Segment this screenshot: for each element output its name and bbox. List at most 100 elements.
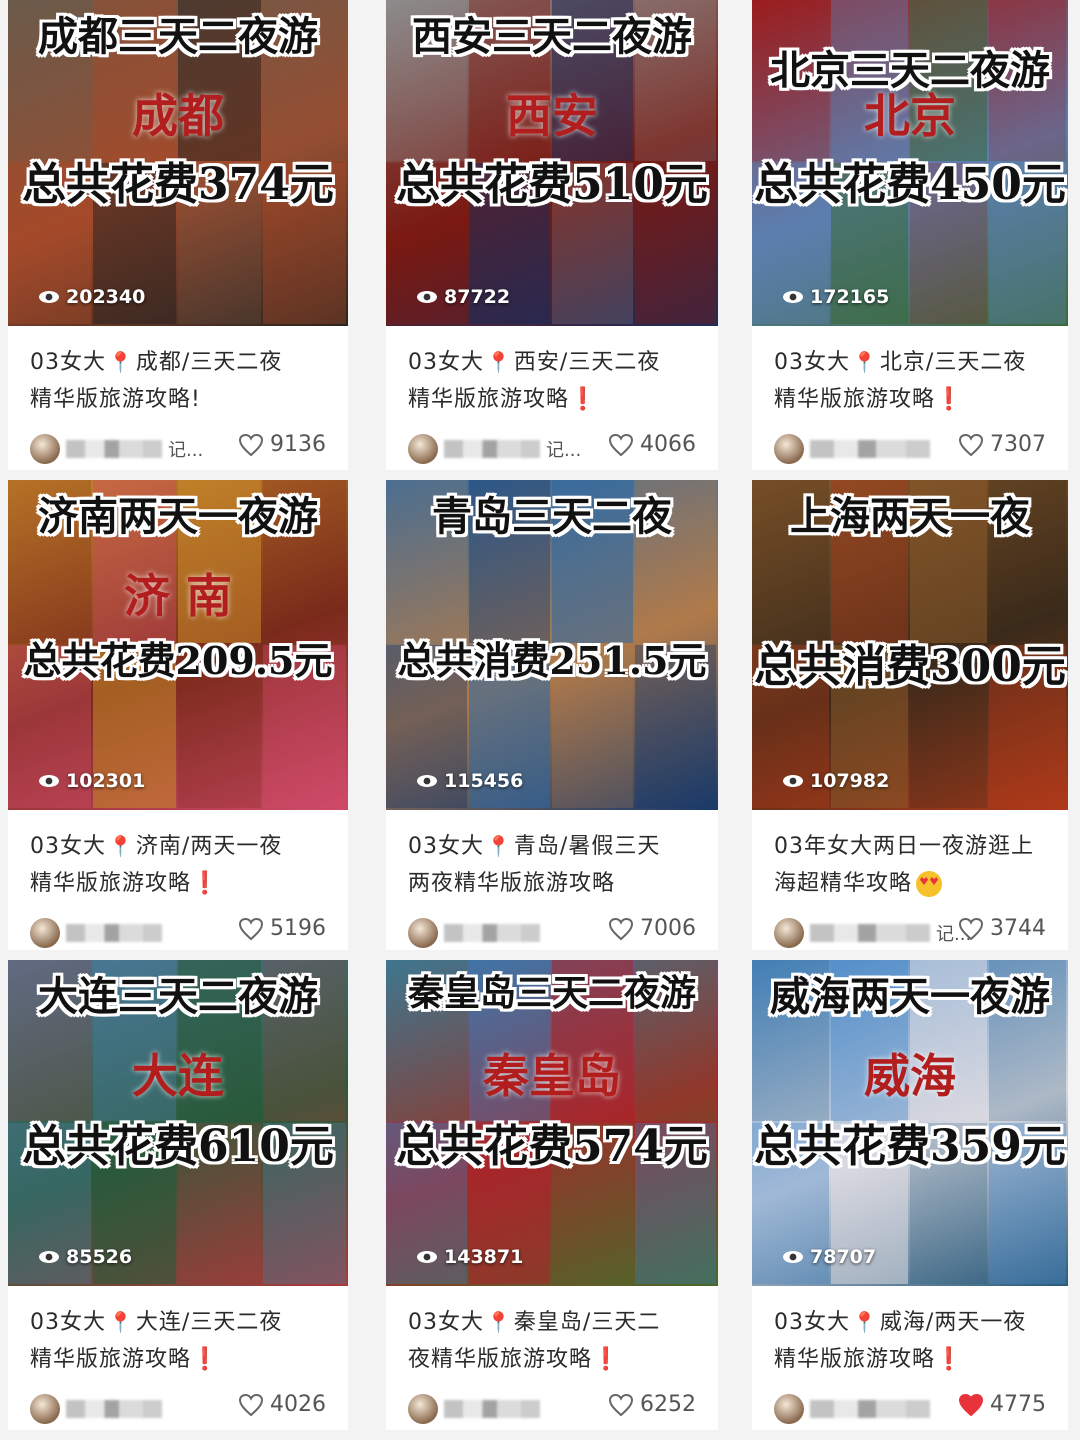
avatar[interactable]	[30, 918, 60, 948]
cover-title: 西安三天二夜游	[412, 13, 692, 60]
note-title[interactable]: 03女大 📍大连/三天二夜 精华版旅游攻略❗	[30, 1304, 334, 1378]
author[interactable]	[408, 1394, 540, 1424]
eye-icon	[783, 775, 803, 787]
note-title[interactable]: 03女大 📍济南/两天一夜 精华版旅游攻略❗	[30, 828, 334, 902]
note-title-text: 精华版旅游攻略	[30, 871, 192, 896]
view-count-value: 115456	[444, 770, 524, 792]
view-count: 202340	[38, 286, 145, 308]
note-card[interactable]: 威海两天一夜游 威海 总共花费359元 78707 03女大 📍威海/两天一夜 精华版旅游攻…	[752, 960, 1068, 1430]
note-title[interactable]: 03女大 📍北京/三天二夜 精华版旅游攻略❗	[774, 344, 1054, 418]
cover-city-name: 成都	[132, 89, 224, 143]
avatar[interactable]	[408, 1394, 438, 1424]
avatar[interactable]	[408, 434, 438, 464]
cover-image[interactable]: 青岛三天二夜 总共消费251.5元 115456	[386, 480, 718, 810]
note-title-line1: 03女大 📍北京/三天二夜	[774, 344, 1054, 381]
avatar[interactable]	[774, 918, 804, 948]
view-count: 102301	[38, 770, 145, 792]
view-count: 78707	[782, 1246, 876, 1268]
note-title[interactable]: 03女大 📍成都/三天二夜 精华版旅游攻略!	[30, 344, 334, 418]
like-button[interactable]: 4066	[608, 432, 696, 457]
cover-city-name: 济 南	[123, 569, 232, 623]
note-title[interactable]: 03年女大两日一夜游逛上 海超精华攻略	[774, 828, 1054, 902]
like-count: 7307	[990, 432, 1046, 457]
author[interactable]	[774, 434, 930, 464]
note-title-line1: 03女大 📍大连/三天二夜	[30, 1304, 334, 1341]
note-card[interactable]: 上海两天一夜 总共消费300元 107982 03年女大两日一夜游逛上 海超精华攻略记.…	[752, 480, 1068, 950]
cover-image[interactable]: 上海两天一夜 总共消费300元 107982	[752, 480, 1068, 810]
author[interactable]	[408, 918, 540, 948]
location-pin-icon: 📍	[852, 1310, 878, 1334]
note-title[interactable]: 03女大 📍西安/三天二夜 精华版旅游攻略❗	[408, 344, 704, 418]
author[interactable]: 记...	[30, 434, 203, 464]
author-name-blurred	[66, 440, 162, 458]
avatar[interactable]	[774, 434, 804, 464]
note-title-location: 北京/三天二夜	[879, 350, 1027, 375]
cover-image[interactable]: 济南两天一夜游济 南总共花费209.5元 102301	[8, 480, 348, 810]
note-title-prefix: 03女大	[30, 1310, 106, 1335]
note-card[interactable]: 西安三天二夜游 西安 总共花费510元 87722 03女大 📍西安/三天二夜 精华版旅游攻…	[386, 0, 718, 470]
author[interactable]: 记...	[408, 434, 581, 464]
note-title-text: 两夜精华版旅游攻略	[408, 871, 616, 896]
eye-icon	[417, 775, 437, 787]
author[interactable]	[774, 1394, 930, 1424]
cover-image[interactable]: 北京三天二夜游 北京 总共花费450元 172165	[752, 0, 1068, 326]
avatar[interactable]	[774, 1394, 804, 1424]
author-name: 记...	[546, 440, 582, 461]
like-button[interactable]: 9136	[238, 432, 326, 457]
note-title-location: 秦皇岛/三天二	[513, 1310, 661, 1335]
heart-icon	[608, 917, 634, 940]
author-name-blurred	[66, 1400, 162, 1418]
cover-city-name: 威海	[864, 1049, 956, 1103]
note-title-prefix: 03女大	[774, 1310, 850, 1335]
author[interactable]: 记...	[774, 918, 971, 948]
like-count: 4066	[640, 432, 696, 457]
note-title[interactable]: 03女大 📍威海/两天一夜 精华版旅游攻略❗	[774, 1304, 1054, 1378]
exclamation-mark: ❗	[569, 387, 598, 412]
author[interactable]	[30, 918, 162, 948]
like-button[interactable]: 4026	[238, 1392, 326, 1417]
like-button[interactable]: 5196	[238, 916, 326, 941]
cover-title: 成都三天二夜游	[38, 13, 318, 60]
note-title-location: 青岛/暑假三天	[513, 834, 661, 859]
like-count: 5196	[270, 916, 326, 941]
like-count: 3744	[990, 916, 1046, 941]
view-count-value: 87722	[444, 286, 511, 308]
cover-image[interactable]: 秦皇岛三天二夜游 秦皇岛 总共花费574元 143871	[386, 960, 718, 1286]
like-button[interactable]: 4775	[958, 1392, 1046, 1417]
note-title-text: 精华版旅游攻略!	[30, 387, 201, 412]
note-title-line2: 精华版旅游攻略❗	[774, 1341, 1054, 1378]
cover-city-name: 大连	[132, 1049, 224, 1103]
note-title[interactable]: 03女大 📍秦皇岛/三天二 夜精华版旅游攻略❗	[408, 1304, 704, 1378]
note-card[interactable]: 成都三天二夜游 成都 总共花费374元 202340 03女大 📍成都/三天二夜 精华版旅游…	[8, 0, 348, 470]
note-card[interactable]: 大连三天二夜游 大连 总共花费610元 85526 03女大 📍大连/三天二夜 精华版旅游攻…	[8, 960, 348, 1430]
exclamation-mark: ❗	[191, 1347, 220, 1372]
view-count-value: 202340	[66, 286, 146, 308]
author-name-blurred	[444, 440, 540, 458]
author[interactable]	[30, 1394, 162, 1424]
like-button[interactable]: 6252	[608, 1392, 696, 1417]
author-name-blurred	[810, 440, 930, 458]
avatar[interactable]	[30, 1394, 60, 1424]
cover-image[interactable]: 西安三天二夜游 西安 总共花费510元 87722	[386, 0, 718, 326]
note-title-location: 济南/两天一夜	[135, 834, 283, 859]
note-card[interactable]: 青岛三天二夜 总共消费251.5元 115456 03女大 📍青岛/暑假三天 两夜精华版旅…	[386, 480, 718, 950]
heart-icon	[608, 1393, 634, 1416]
note-title-prefix: 03女大	[30, 834, 106, 859]
avatar[interactable]	[408, 918, 438, 948]
note-card[interactable]: 秦皇岛三天二夜游 秦皇岛 总共花费574元 143871 03女大 📍秦皇岛/三天二 夜精华…	[386, 960, 718, 1430]
note-card[interactable]: 北京三天二夜游 北京 总共花费450元 172165 03女大 📍北京/三天二夜 精华版旅游…	[752, 0, 1068, 470]
cover-cost: 总共花费359元	[754, 1121, 1066, 1172]
note-title-line2: 精华版旅游攻略❗	[774, 381, 1054, 418]
cover-image[interactable]: 成都三天二夜游 成都 总共花费374元 202340	[8, 0, 348, 326]
note-title-line1: 03女大 📍威海/两天一夜	[774, 1304, 1054, 1341]
cover-image[interactable]: 大连三天二夜游 大连 总共花费610元 85526	[8, 960, 348, 1286]
heart-icon	[958, 1393, 984, 1416]
like-button[interactable]: 3744	[958, 916, 1046, 941]
note-title[interactable]: 03女大 📍青岛/暑假三天 两夜精华版旅游攻略	[408, 828, 704, 902]
like-button[interactable]: 7307	[958, 432, 1046, 457]
avatar[interactable]	[30, 434, 60, 464]
note-card[interactable]: 济南两天一夜游济 南总共花费209.5元 102301 03女大 📍济南/两天一夜 精华…	[8, 480, 348, 950]
note-title-line1: 03女大 📍西安/三天二夜	[408, 344, 704, 381]
like-button[interactable]: 7006	[608, 916, 696, 941]
cover-image[interactable]: 威海两天一夜游 威海 总共花费359元 78707	[752, 960, 1068, 1286]
